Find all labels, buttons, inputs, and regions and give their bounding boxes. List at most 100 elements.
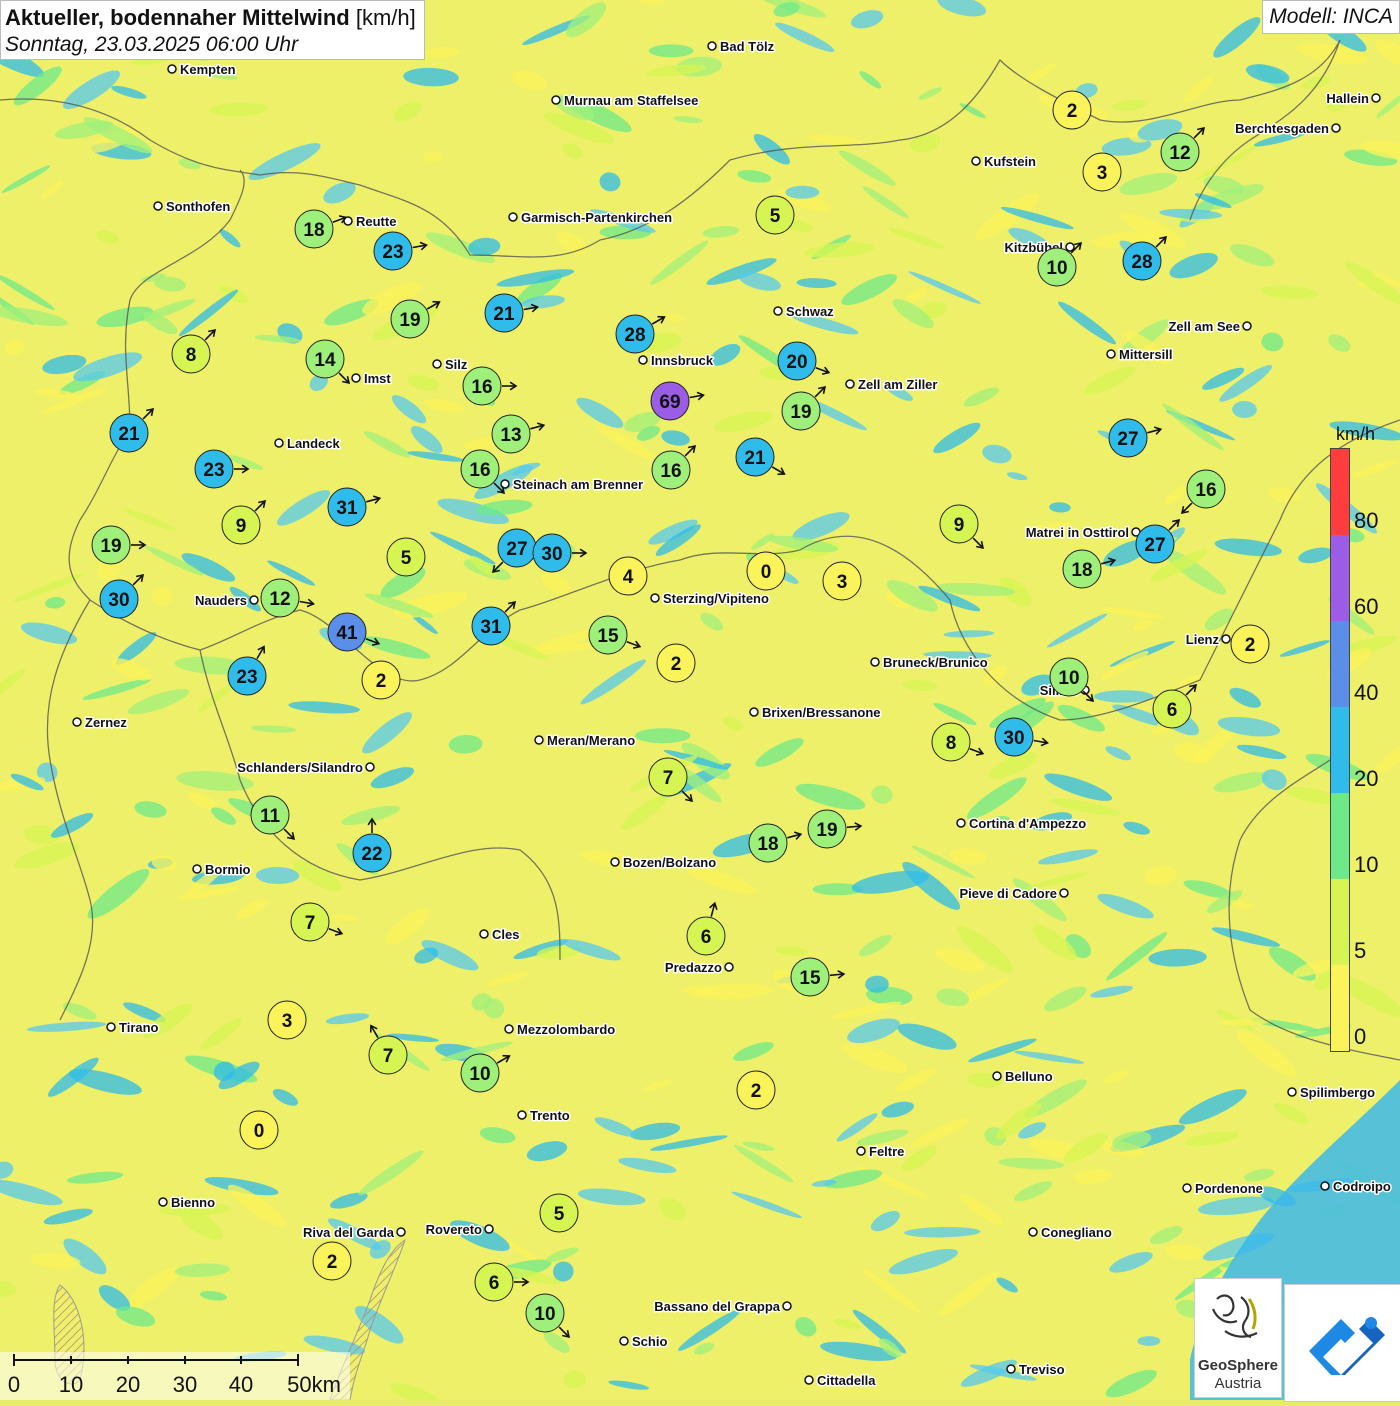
city-dot [432, 359, 442, 369]
city-label: Bad Tölz [720, 39, 775, 54]
city-dot [956, 818, 966, 828]
wind-speed-label: 21 [118, 424, 140, 445]
city-label: Codroipo [1333, 1179, 1391, 1194]
wind-station[interactable]: 3 [267, 1000, 307, 1040]
wind-speed-label: 30 [108, 590, 129, 611]
city-label: Zernez [85, 715, 127, 730]
wind-station[interactable]: 2 [656, 643, 696, 683]
city-dot [707, 41, 717, 51]
city-label: Belluno [1005, 1069, 1053, 1084]
city-label: Landeck [287, 436, 341, 451]
wind-speed-label: 21 [744, 448, 766, 469]
city-dot [773, 306, 783, 316]
city-marker: Bruneck/Brunico [870, 654, 989, 672]
wind-station[interactable]: 2 [736, 1070, 776, 1110]
wind-speed-label: 5 [554, 1204, 565, 1225]
legend-swatch [1331, 879, 1349, 965]
city-label: Brixen/Bressanone [762, 705, 881, 720]
wind-station[interactable]: 5 [539, 1193, 579, 1233]
city-dot [1065, 242, 1075, 252]
wind-station[interactable]: 2 [1052, 90, 1092, 130]
wind-speed-label: 3 [1097, 163, 1108, 184]
map-title: Aktueller, bodennaher Mittelwind [km/h] [5, 5, 416, 31]
wind-station[interactable]: 0 [746, 551, 786, 591]
wind-speed-label: 2 [327, 1252, 338, 1273]
wind-speed-label: 18 [303, 220, 324, 241]
app-logo[interactable] [1284, 1284, 1400, 1402]
geosphere-logo[interactable]: GeoSphere Austria [1194, 1278, 1282, 1398]
wind-station[interactable]: 0 [239, 1110, 279, 1150]
legend-swatch [1331, 707, 1349, 793]
wind-speed-label: 27 [506, 539, 527, 560]
wind-speed-label: 16 [660, 461, 681, 482]
city-label: Cittadella [817, 1373, 876, 1388]
city-label: Spilimbergo [1300, 1085, 1375, 1100]
city-dot [551, 95, 561, 105]
scale-label-50km: 50km [287, 1372, 341, 1397]
wind-speed-label: 19 [399, 310, 420, 331]
scale-label-10: 10 [58, 1372, 84, 1397]
app-logo-icon [1309, 1317, 1385, 1375]
city-label: Treviso [1019, 1362, 1065, 1377]
wind-station[interactable]: 2 [1230, 624, 1270, 664]
model-label: Modell: INCA [1262, 0, 1400, 34]
legend-bar [1330, 448, 1350, 1052]
city-dot [72, 717, 82, 727]
wind-speed-label: 7 [383, 1046, 394, 1067]
wind-speed-label: 2 [671, 654, 682, 675]
city-label: Murnau am Staffelsee [564, 93, 698, 108]
city-dot [167, 64, 177, 74]
city-label: Silz [445, 357, 468, 372]
wind-speed-label: 23 [203, 460, 224, 481]
city-dot [870, 657, 880, 667]
wind-speed-label: 15 [799, 968, 821, 989]
city-marker: Garmisch-Partenkirchen [508, 209, 674, 227]
wind-station[interactable]: 5 [755, 195, 795, 235]
city-label: Hallein [1326, 91, 1369, 106]
wind-station[interactable]: 2 [361, 660, 401, 700]
city-marker: Brixen/Bressanone [749, 704, 882, 722]
legend-tick-label: 10 [1354, 852, 1379, 877]
city-dot [1028, 1227, 1038, 1237]
city-dot [249, 595, 259, 605]
wind-station[interactable]: 4 [608, 556, 648, 596]
city-marker: Sterzing/Vipiteno [650, 590, 770, 608]
map-title-unit: [km/h] [355, 5, 416, 30]
city-label: Mezzolombardo [517, 1022, 615, 1037]
city-marker: Bassano del Grappa [653, 1298, 792, 1316]
city-label: Bienno [171, 1195, 215, 1210]
city-marker: Zell am See [1167, 318, 1252, 336]
wind-station[interactable]: 3 [822, 561, 862, 601]
city-dot [1106, 349, 1116, 359]
city-dot [724, 962, 734, 972]
wind-speed-label: 0 [254, 1121, 265, 1142]
wind-speed-label: 12 [1169, 143, 1190, 164]
city-label: Nauders [195, 593, 247, 608]
city-dot [274, 438, 284, 448]
wind-station[interactable]: 5 [386, 537, 426, 577]
legend-swatch [1331, 535, 1349, 621]
wind-speed-label: 0 [761, 562, 772, 583]
wind-speed-label: 5 [770, 206, 781, 227]
wind-station[interactable]: 2 [312, 1241, 352, 1281]
wind-speed-label: 10 [1046, 258, 1067, 279]
city-label: Mittersill [1119, 347, 1172, 362]
legend-tick-label: 80 [1354, 508, 1379, 533]
city-label: Schio [632, 1334, 667, 1349]
geosphere-logo-icon [1211, 1294, 1258, 1339]
wind-speed-label: 15 [597, 626, 619, 647]
city-label: Meran/Merano [547, 733, 635, 748]
city-label: Bormio [205, 862, 251, 877]
city-label: Trento [530, 1108, 570, 1123]
city-marker: Pieve di Cadore [958, 885, 1069, 903]
city-label: Kempten [180, 62, 236, 77]
city-dot [106, 1022, 116, 1032]
city-marker: Schlanders/Silandro [236, 759, 375, 777]
city-dot [396, 1227, 406, 1237]
wind-speed-label: 22 [361, 844, 382, 865]
city-label: Cles [492, 927, 519, 942]
wind-speed-label: 10 [534, 1304, 555, 1325]
map-title-text: Aktueller, bodennaher Mittelwind [5, 5, 350, 30]
city-dot [782, 1301, 792, 1311]
wind-station[interactable]: 3 [1082, 152, 1122, 192]
